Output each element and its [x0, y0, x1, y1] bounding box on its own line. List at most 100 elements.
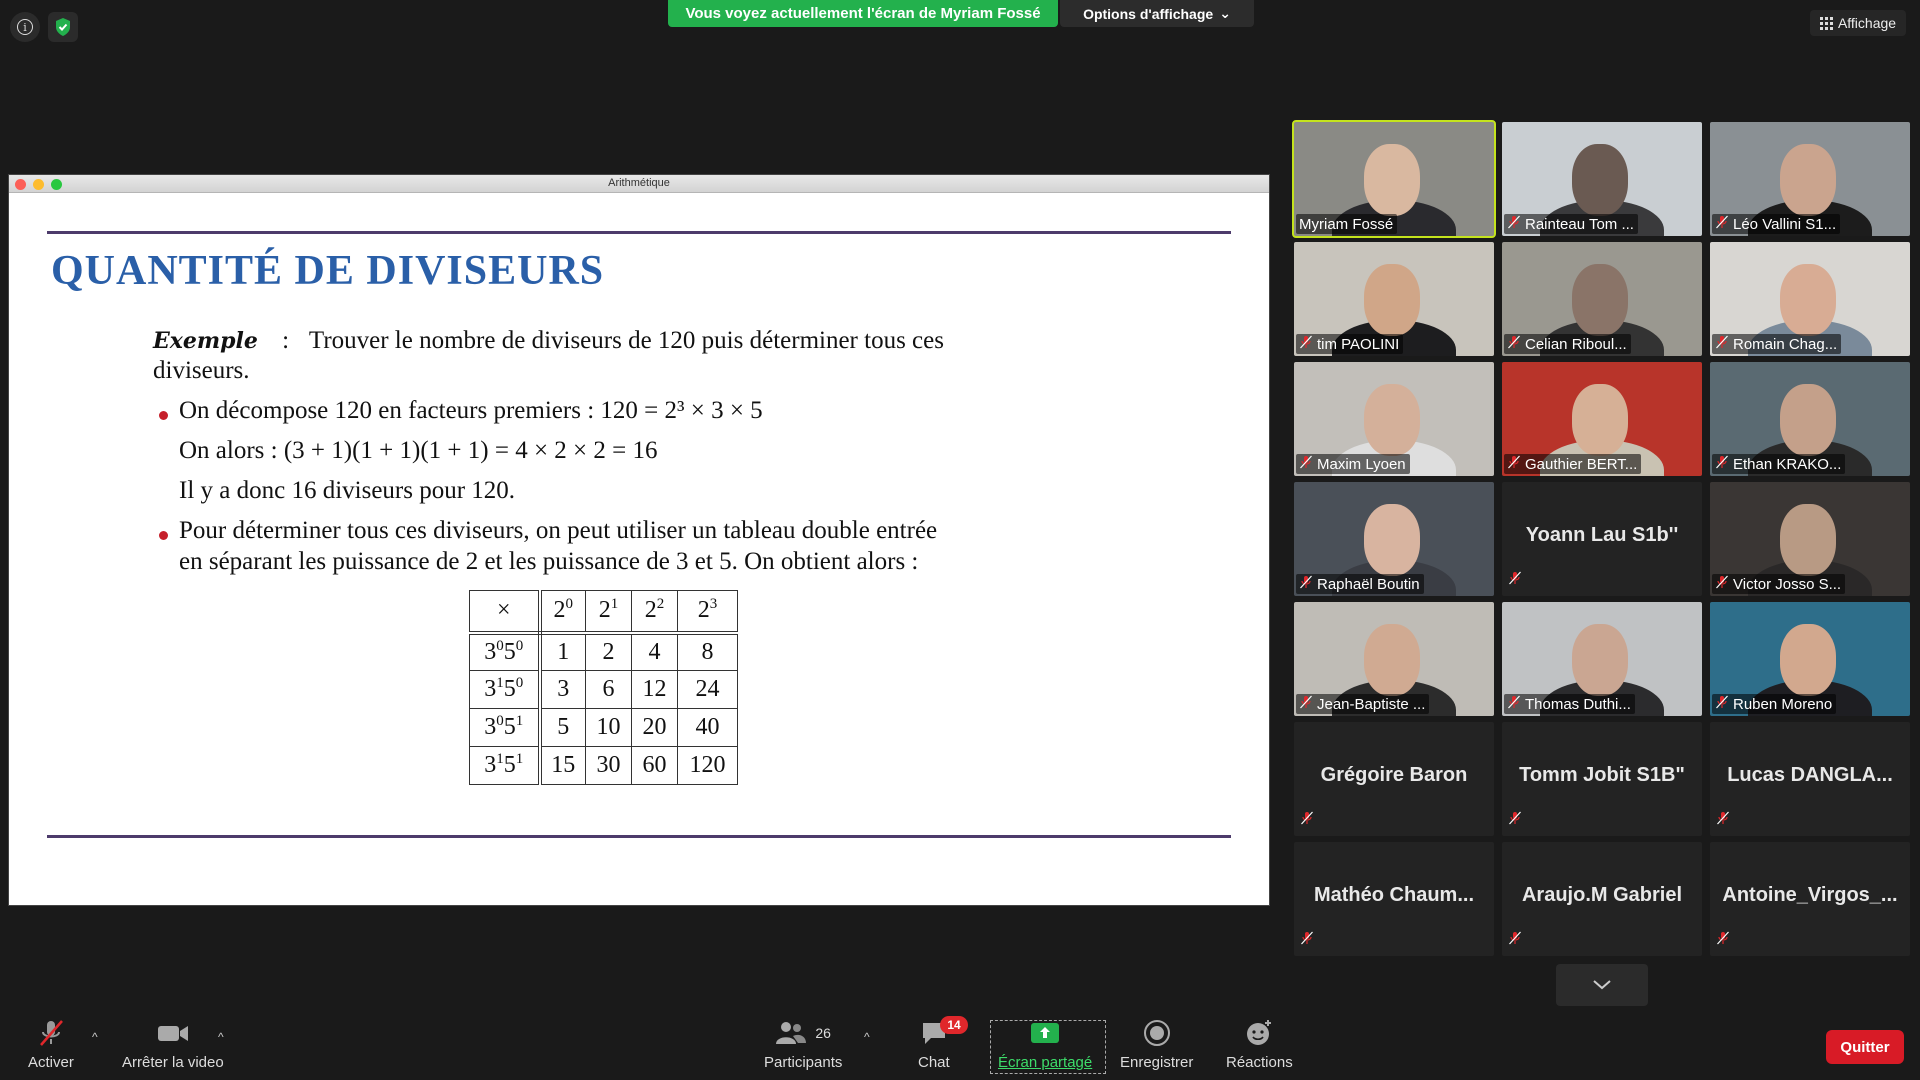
participant-tile[interactable]: Antoine_Virgos_...: [1710, 842, 1910, 956]
shared-screen-window: Arithmétique QUANTITÉ DE DIVISEURS Exemp…: [8, 174, 1270, 906]
participant-tile[interactable]: tim PAOLINI: [1294, 242, 1494, 356]
participant-name: Mathéo Chaum...: [1313, 884, 1474, 906]
participant-name-tag: Raphaël Boutin: [1296, 574, 1424, 594]
microphone-muted-icon: [1507, 695, 1521, 713]
view-options-button[interactable]: Options d'affichage ⌄: [1060, 0, 1254, 27]
table-cell: 120: [677, 746, 738, 785]
participant-name-tag: Ruben Moreno: [1712, 694, 1837, 714]
screen-share-banner: Vous voyez actuellement l'écran de Myria…: [668, 0, 1058, 27]
participant-tile[interactable]: Thomas Duthi...: [1502, 602, 1702, 716]
participant-name-tag: Romain Chag...: [1712, 334, 1842, 354]
security-shield-icon[interactable]: [48, 12, 78, 42]
microphone-muted-icon: [1507, 335, 1521, 353]
window-title: Arithmétique: [608, 177, 670, 189]
participants-button[interactable]: 26 Participants: [764, 1018, 842, 1071]
participant-tile[interactable]: Gauthier BERT...: [1502, 362, 1702, 476]
participant-name: Jean-Baptiste ...: [1317, 695, 1426, 713]
participant-name: Maxim Lyoen: [1317, 455, 1406, 473]
microphone-muted-icon: [1508, 931, 1522, 950]
slide-title: QUANTITÉ DE DIVISEURS: [51, 248, 605, 294]
participant-tile[interactable]: Victor Josso S...: [1710, 482, 1910, 596]
bullet-1-line-1: On décompose 120 en facteurs premiers : …: [179, 397, 763, 424]
participants-icon: [776, 1022, 807, 1044]
participant-tile[interactable]: Yoann Lau S1b'': [1502, 482, 1702, 596]
record-button[interactable]: Enregistrer: [1120, 1018, 1193, 1071]
table-corner-cell: ×: [469, 590, 542, 635]
participant-name: Myriam Fossé: [1299, 215, 1394, 233]
chevron-down-icon: [1593, 980, 1611, 990]
participant-tile[interactable]: Tomm Jobit S1B": [1502, 722, 1702, 836]
table-cell: 30: [585, 746, 632, 785]
bullet-2-line-2: en séparant les puissance de 2 et les pu…: [179, 548, 919, 575]
gallery-next-page-button[interactable]: [1556, 964, 1648, 1006]
participant-tile[interactable]: Celian Riboul...: [1502, 242, 1702, 356]
microphone-muted-icon: [1299, 575, 1313, 593]
microphone-muted-icon: [1716, 811, 1730, 830]
leave-meeting-button[interactable]: Quitter: [1826, 1030, 1904, 1064]
participant-name: Celian Riboul...: [1525, 335, 1627, 353]
video-options-caret-icon[interactable]: ^: [218, 1030, 224, 1044]
smiley-plus-icon: [1247, 1020, 1272, 1045]
microphone-muted-icon: [1508, 811, 1522, 830]
table-cell: 4: [631, 632, 678, 671]
slide-bottom-rule: [47, 835, 1231, 838]
participant-name: Léo Vallini S1...: [1733, 215, 1837, 233]
table-header-row: × 20 21 22 23: [469, 590, 738, 635]
video-camera-icon: [157, 1026, 188, 1041]
participant-tile[interactable]: Ethan KRAKO...: [1710, 362, 1910, 476]
record-icon: [1143, 1020, 1170, 1046]
participant-tile[interactable]: Myriam Fossé: [1292, 120, 1496, 238]
example-label: Exemple: [153, 328, 258, 354]
reactions-label: Réactions: [1226, 1054, 1293, 1071]
table-row-header: 3151: [469, 746, 542, 785]
participant-tile[interactable]: Ruben Moreno: [1710, 602, 1910, 716]
participants-options-caret-icon[interactable]: ^: [864, 1030, 870, 1044]
participant-tile[interactable]: Grégoire Baron: [1294, 722, 1494, 836]
participant-name: Thomas Duthi...: [1525, 695, 1631, 713]
participant-name: Rainteau Tom ...: [1525, 215, 1634, 233]
participant-tile[interactable]: Jean-Baptiste ...: [1294, 602, 1494, 716]
microphone-muted-icon: [1715, 575, 1729, 593]
example-text-1: Trouver le nombre de diviseurs de 120 pu…: [308, 327, 944, 354]
stop-video-label: Arrêter la video: [122, 1054, 224, 1071]
divisors-table: × 20 21 22 23 3050 1 2 4 8 3150 3 6 12 24 3051 5 10 20 40 31…: [469, 590, 738, 785]
unmute-button[interactable]: Activer: [28, 1018, 74, 1071]
participant-tile[interactable]: Léo Vallini S1...: [1710, 122, 1910, 236]
slide-top-rule: [47, 231, 1231, 234]
microphone-muted-icon: [1715, 215, 1729, 233]
participant-tile[interactable]: Maxim Lyoen: [1294, 362, 1494, 476]
participant-tile[interactable]: Araujo.M Gabriel: [1502, 842, 1702, 956]
table-column-header: 21: [585, 590, 632, 635]
participant-tile[interactable]: Raphaël Boutin: [1294, 482, 1494, 596]
share-screen-button[interactable]: Écran partagé: [998, 1018, 1092, 1071]
stop-video-button[interactable]: Arrêter la video: [122, 1018, 224, 1071]
table-row: 3151 15 30 60 120: [469, 746, 738, 785]
meeting-info-icon[interactable]: i: [10, 12, 40, 42]
participant-name: Tomm Jobit S1B": [1519, 764, 1685, 786]
reactions-button[interactable]: Réactions: [1226, 1018, 1293, 1071]
bullet-1-line-3: Il y a donc 16 diviseurs pour 120.: [179, 477, 516, 504]
participant-name: Gauthier BERT...: [1525, 455, 1638, 473]
audio-options-caret-icon[interactable]: ^: [92, 1030, 98, 1044]
participant-tile[interactable]: Romain Chag...: [1710, 242, 1910, 356]
table-cell: 6: [585, 670, 632, 709]
bullet-2: [159, 531, 168, 540]
microphone-muted-icon: [1300, 931, 1314, 950]
microphone-muted-icon: [1507, 215, 1521, 233]
participant-name: Ethan KRAKO...: [1733, 455, 1842, 473]
participant-name-tag: Victor Josso S...: [1712, 574, 1846, 594]
grid-icon: [1819, 16, 1833, 30]
participant-name: tim PAOLINI: [1317, 335, 1400, 353]
participant-name: Yoann Lau S1b'': [1525, 524, 1679, 546]
participant-name: Grégoire Baron: [1320, 764, 1468, 786]
microphone-muted-icon: [1299, 335, 1313, 353]
layout-button[interactable]: Affichage: [1810, 10, 1906, 36]
participant-tile[interactable]: Mathéo Chaum...: [1294, 842, 1494, 956]
participant-tile[interactable]: Lucas DANGLA...: [1710, 722, 1910, 836]
participant-name: Lucas DANGLA...: [1727, 764, 1893, 786]
share-screen-icon: [1031, 1023, 1060, 1043]
participant-tile[interactable]: Rainteau Tom ...: [1502, 122, 1702, 236]
table-cell: 24: [677, 670, 738, 709]
table-row: 3051 5 10 20 40: [469, 708, 738, 747]
participant-name-tag: Ethan KRAKO...: [1712, 454, 1846, 474]
